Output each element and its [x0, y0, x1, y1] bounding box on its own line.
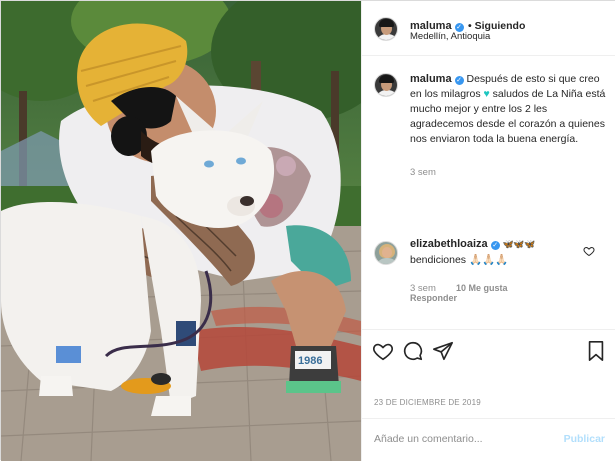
action-bar [362, 329, 615, 404]
comment-author-username[interactable]: elizabethloaiza [410, 238, 488, 250]
reply-button[interactable]: Responder [410, 293, 457, 303]
svg-text:1986: 1986 [298, 355, 322, 367]
comment-input[interactable]: Añade un comentario... [374, 433, 483, 445]
heart-outline-icon[interactable] [372, 340, 394, 362]
post-side-panel: maluma ✓ • Siguiendo Medellín, Antioquia … [361, 1, 615, 461]
verified-badge-icon: ✓ [454, 76, 464, 85]
comment-text: bendiciones 🙏🏻🙏🏻🙏🏻 [410, 254, 509, 266]
post-date: 23 DE DICIEMBRE DE 2019 [374, 398, 481, 407]
caption-author-avatar[interactable] [374, 73, 398, 97]
bookmark-icon[interactable] [585, 340, 607, 362]
caption-time[interactable]: 3 sem [410, 167, 436, 178]
caption-author-username[interactable]: maluma [410, 73, 452, 85]
comment-like-heart-icon[interactable] [583, 245, 595, 257]
post-location[interactable]: Medellín, Antioquia [410, 31, 490, 42]
paper-plane-icon[interactable] [432, 340, 454, 362]
post-photo[interactable]: 1986 [1, 1, 361, 461]
publish-button[interactable]: Publicar [564, 433, 605, 445]
comment-composer: Añade un comentario... Publicar [362, 418, 615, 461]
comment-author-row: elizabethloaiza ✓ 🦋🦋🦋 [410, 237, 570, 252]
comment-bubble-icon[interactable] [402, 340, 424, 362]
comment-author-emoji: 🦋🦋🦋 [502, 239, 536, 249]
verified-badge-icon: ✓ [490, 241, 500, 250]
instagram-post-dialog: 1986 maluma ✓ • Siguiendo Medellín, Anti… [0, 0, 615, 461]
post-header: maluma ✓ • Siguiendo Medellín, Antioquia [362, 1, 615, 56]
commenter-avatar[interactable] [374, 241, 398, 265]
photo-illustration: 1986 [1, 1, 361, 461]
author-avatar[interactable] [374, 17, 398, 41]
post-caption: maluma ✓ Después de esto si que creo en l… [410, 72, 608, 147]
comment-likes[interactable]: 10 Me gusta [456, 283, 508, 293]
